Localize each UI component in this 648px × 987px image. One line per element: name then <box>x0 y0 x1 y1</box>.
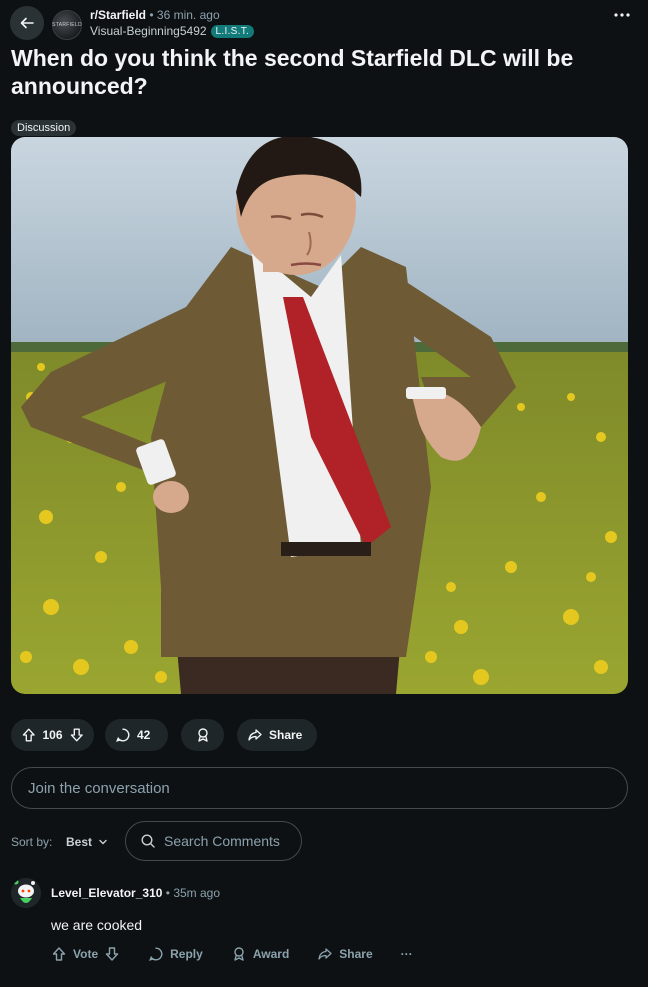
comment-meta: Level_Elevator_310 • 35m ago <box>51 886 220 900</box>
award-icon <box>234 947 244 961</box>
post-flair-tag[interactable]: Discussion <box>11 120 77 136</box>
sort-dropdown[interactable]: Best <box>66 835 108 849</box>
comment-avatar[interactable] <box>11 878 41 908</box>
separator-dot: • <box>149 8 154 22</box>
share-button[interactable]: Share <box>237 719 317 751</box>
comment-vote-control: Vote <box>51 946 120 962</box>
sort-label: Sort by: <box>11 835 53 849</box>
post-page: STARFIELD r/Starfield • 36 min. ago Visu… <box>0 0 648 987</box>
post-author[interactable]: Visual-Beginning5492 <box>90 24 207 38</box>
comment-search-box[interactable]: Search Comments <box>125 821 302 861</box>
comment-vote-label: Vote <box>73 947 99 961</box>
separator-dot: • <box>165 886 170 900</box>
comments-button[interactable]: 42 <box>105 719 168 751</box>
post-image-picture <box>11 137 628 694</box>
post-title: When do you think the second Starfield D… <box>11 45 574 99</box>
comment-icon <box>116 728 130 742</box>
comment-reply-label: Reply <box>170 947 203 961</box>
comment-text: we are cooked <box>51 917 143 933</box>
join-conversation-input[interactable] <box>11 767 628 809</box>
post-image[interactable] <box>11 137 628 694</box>
comment-share-label: Share <box>339 947 373 961</box>
comment-action-bar: Vote Reply Award Share ··· <box>51 946 413 962</box>
comment-more-icon: ··· <box>400 947 413 961</box>
post-author-line: Visual-Beginning5492 L.I.S.T. <box>90 24 255 38</box>
comment-share-button[interactable]: Share <box>317 946 373 962</box>
subreddit-logo-wordmark: STARFIELD <box>52 22 82 28</box>
award-icon <box>197 728 208 742</box>
comment-more-button[interactable]: ··· <box>401 947 413 961</box>
subreddit-name[interactable]: r/Starfield <box>90 8 146 22</box>
back-arrow-icon <box>20 17 34 29</box>
snoo-avatar-icon <box>11 878 41 908</box>
vote-control: 106 <box>11 719 94 751</box>
share-icon <box>248 729 262 741</box>
more-horizontal-icon <box>614 13 630 17</box>
comment-icon <box>149 947 163 961</box>
chevron-down-icon <box>99 839 107 845</box>
more-options-button[interactable] <box>614 12 630 18</box>
comment-count: 42 <box>137 728 151 742</box>
post-meta: r/Starfield • 36 min. ago <box>90 8 220 22</box>
comment-award-label: Award <box>252 947 290 961</box>
share-label: Share <box>269 728 303 742</box>
upvote-icon[interactable] <box>51 946 67 962</box>
search-icon <box>141 834 155 848</box>
post-time: 36 min. ago <box>156 8 220 22</box>
downvote-icon[interactable] <box>69 727 84 743</box>
comment-award-button[interactable]: Award <box>231 946 289 962</box>
sort-value: Best <box>66 835 93 849</box>
comment-time: 35m ago <box>173 886 221 900</box>
subreddit-avatar[interactable]: STARFIELD <box>52 10 82 40</box>
upvote-count: 106 <box>42 728 63 742</box>
share-icon <box>318 948 332 960</box>
comment-search-placeholder: Search Comments <box>164 833 280 849</box>
user-flair-badge: L.I.S.T. <box>210 24 255 38</box>
back-button[interactable] <box>10 6 44 40</box>
award-button[interactable] <box>181 719 224 751</box>
downvote-icon[interactable] <box>104 946 120 962</box>
upvote-icon[interactable] <box>21 727 36 743</box>
comment-author[interactable]: Level_Elevator_310 <box>51 886 162 900</box>
comment-reply-button[interactable]: Reply <box>148 946 203 962</box>
